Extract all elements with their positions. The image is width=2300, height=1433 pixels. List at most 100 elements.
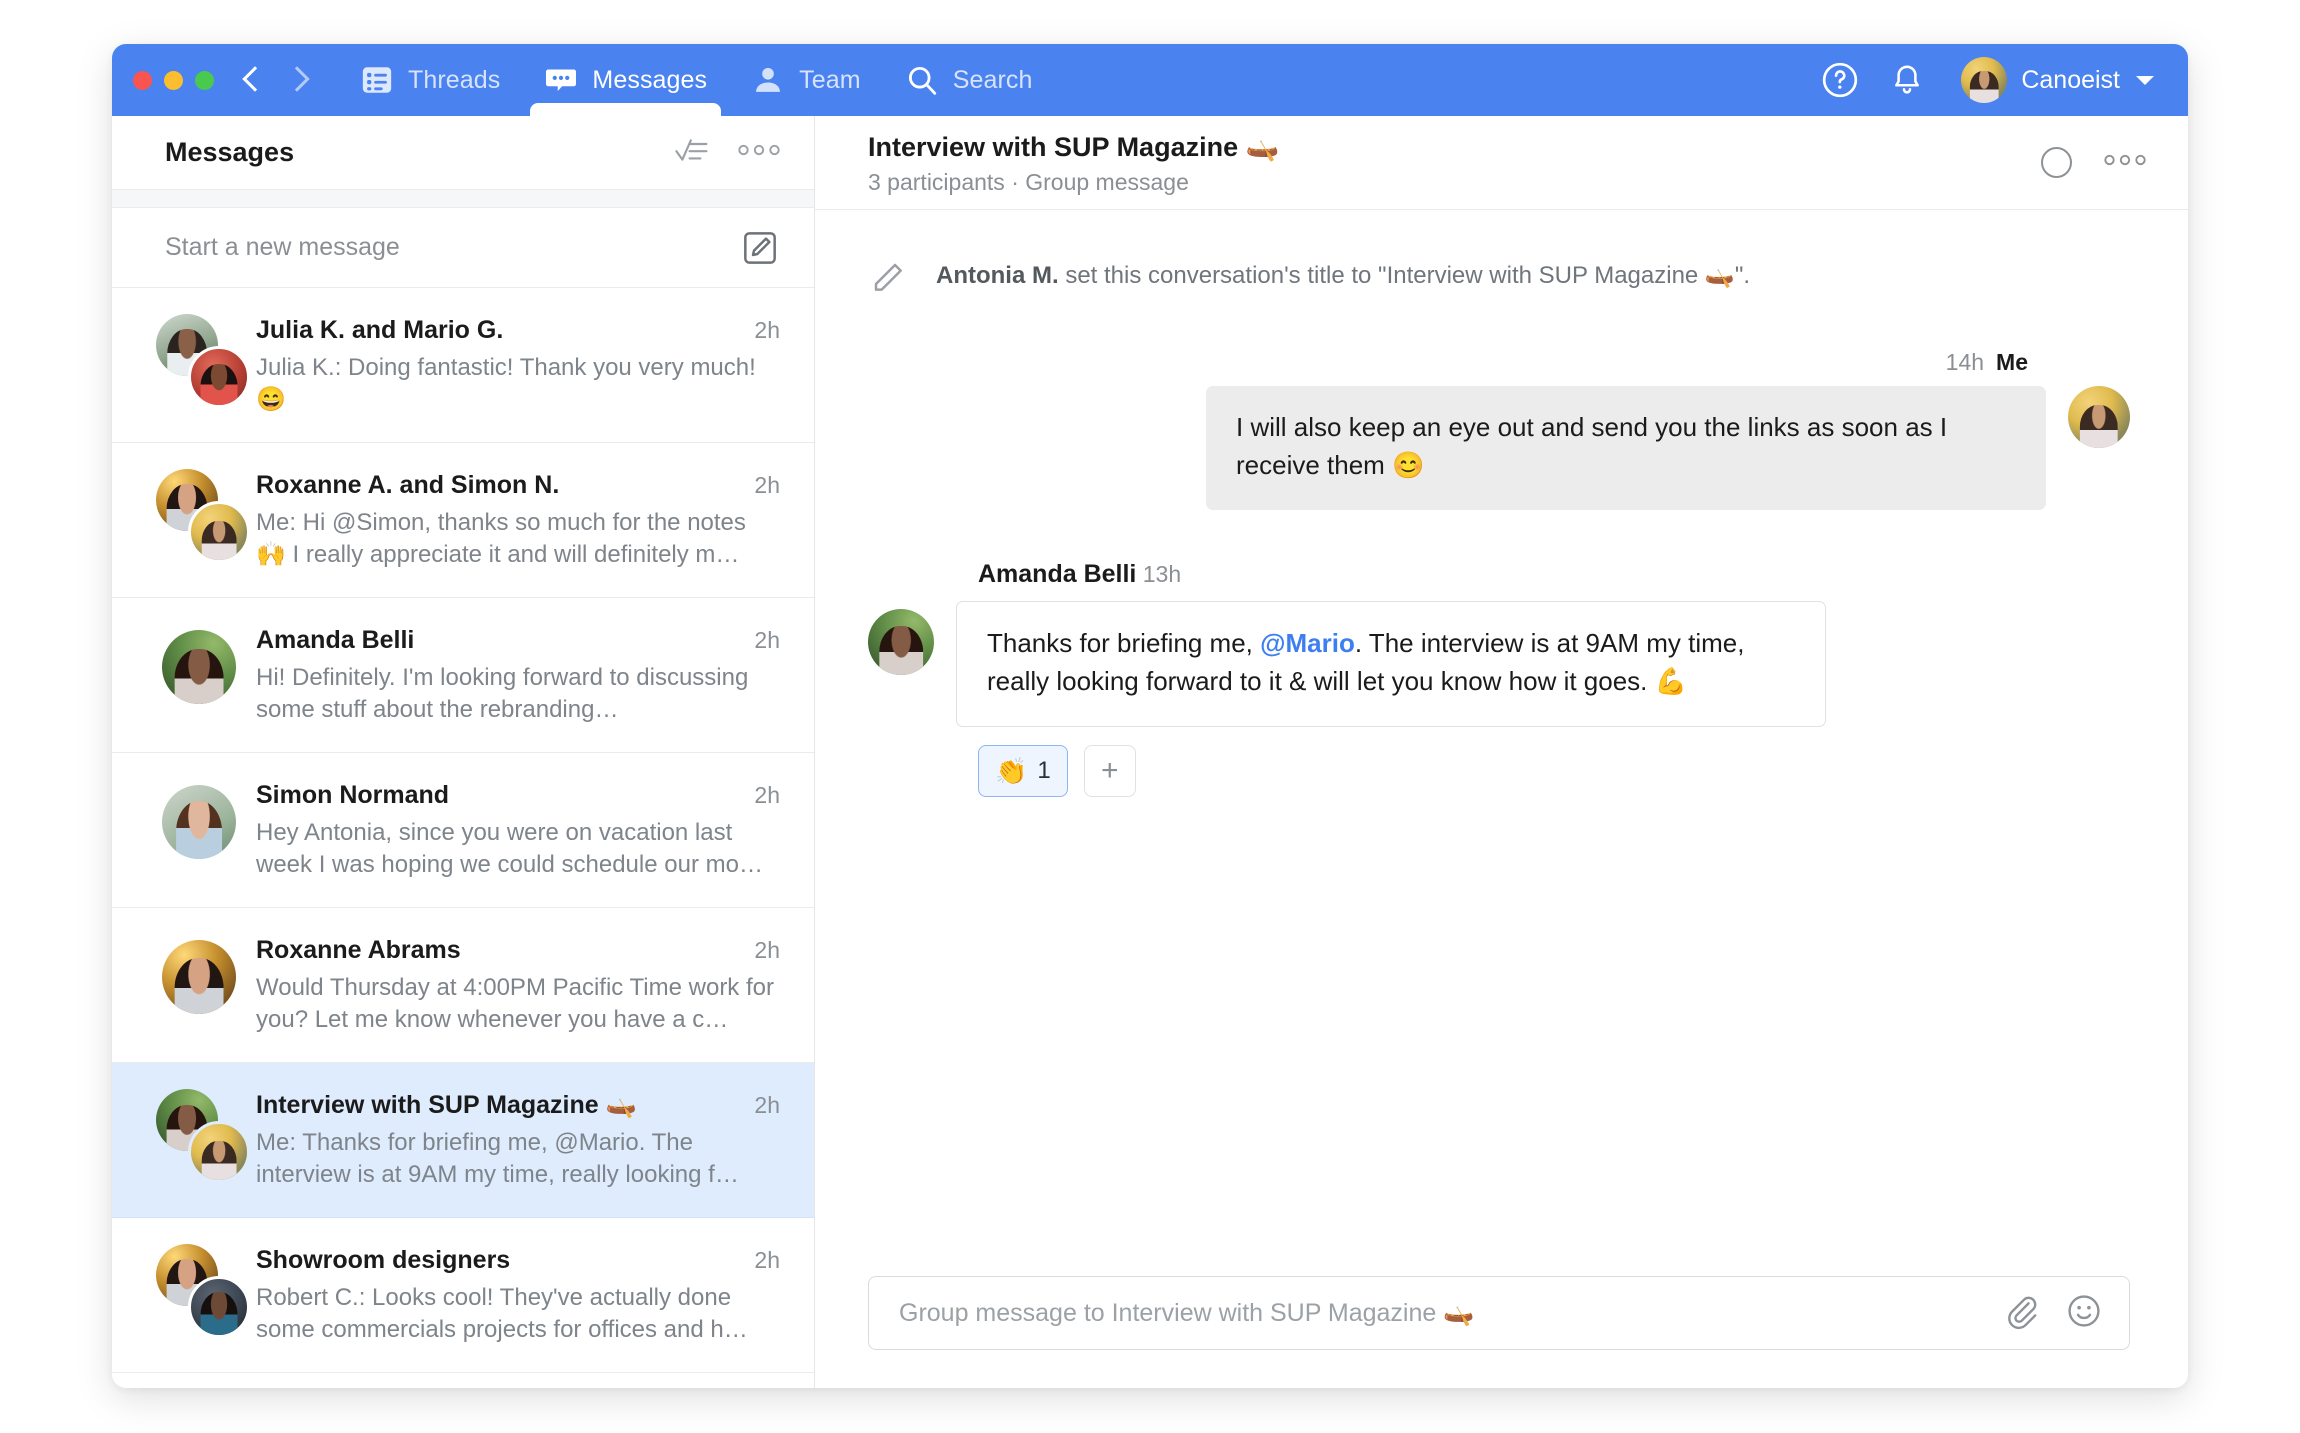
avatar-group	[152, 624, 256, 716]
reaction-count: 1	[1037, 757, 1051, 784]
conversation-title: Interview with SUP Magazine 🛶	[868, 131, 1280, 162]
list-item[interactable]: Julia K. and Mario G. 2h Julia K.: Doing…	[112, 288, 814, 443]
message-text-before-mention: Thanks for briefing me,	[987, 628, 1261, 658]
app-body: Messages Start a new message Julia K. an…	[112, 116, 2188, 1388]
avatar	[1961, 57, 2008, 103]
list-item-snippet: Hi! Definitely. I'm looking forward to d…	[256, 664, 749, 723]
system-message-text: Antonia M. set this conversation's title…	[936, 258, 1750, 292]
list-item-title: Roxanne Abrams	[256, 936, 461, 964]
list-item-body: Amanda Belli 2h Hi! Definitely. I'm look…	[256, 624, 780, 726]
tab-threads[interactable]: Threads	[338, 44, 522, 116]
composer-area: Group message to Interview with SUP Maga…	[815, 1276, 2188, 1388]
message-incoming: Amanda Belli 13h Thanks for briefing me,…	[868, 560, 2130, 797]
system-message-actor: Antonia M.	[936, 262, 1059, 289]
user-name: Canoeist	[2021, 65, 2120, 94]
list-item[interactable]: Amanda Belli 2h Hi! Definitely. I'm look…	[112, 598, 814, 753]
avatar-group	[152, 314, 256, 408]
forward-arrow-icon[interactable]	[286, 63, 308, 97]
conversation-header-actions	[2041, 147, 2146, 178]
list-item-title: Julia K. and Mario G.	[256, 316, 504, 344]
list-item-title: Amanda Belli	[256, 626, 415, 654]
list-item-time: 2h	[754, 317, 780, 343]
bell-icon[interactable]	[1889, 62, 1925, 98]
compose-pencil-icon[interactable]	[740, 228, 780, 268]
list-item[interactable]: Simon Normand 2h Hey Antonia, since you …	[112, 753, 814, 908]
app-window: Threads Messages Team Search Canoeist Me…	[112, 44, 2188, 1388]
list-item-time: 2h	[754, 1092, 780, 1118]
sidebar-header: Messages	[112, 116, 814, 190]
list-item-time: 2h	[754, 627, 780, 653]
unread-circle-icon[interactable]	[2041, 147, 2072, 178]
list-item-snippet: Me: Thanks for briefing me, @Mario. The …	[256, 1129, 739, 1188]
tab-team[interactable]: Team	[729, 44, 883, 116]
checklist-icon[interactable]	[674, 135, 710, 170]
sidebar-header-actions	[674, 135, 780, 170]
message-time: 14h	[1945, 349, 1985, 375]
message-input[interactable]: Group message to Interview with SUP Maga…	[868, 1276, 2130, 1350]
mention-link[interactable]: @Mario	[1260, 628, 1355, 658]
chevron-down-icon	[2136, 75, 2154, 85]
system-message-body: set this conversation's title to "Interv…	[1058, 262, 1751, 289]
window-controls	[112, 70, 242, 90]
list-item-snippet: Hey Antonia, since you were on vacation …	[256, 819, 763, 878]
list-item-title: Simon Normand	[256, 781, 450, 809]
question-circle-icon[interactable]	[1821, 61, 1859, 99]
list-item-snippet: Julia K.: Doing fantastic! Thank you ver…	[256, 354, 756, 413]
close-window-button[interactable]	[133, 70, 152, 90]
reaction-clap[interactable]: 👏 1	[978, 745, 1068, 797]
list-item-snippet: Me: Hi @Simon, thanks so much for the no…	[256, 509, 746, 568]
add-reaction-button[interactable]: +	[1083, 745, 1136, 797]
list-item-interview-with-sup-magazine[interactable]: Interview with SUP Magazine 🛶 2h Me: Tha…	[112, 1063, 814, 1218]
avatar-group	[152, 469, 256, 563]
list-item-title: Showroom designers	[256, 1246, 511, 1274]
reaction-bar: 👏 1 +	[978, 745, 2130, 797]
top-bar-right: Canoeist	[1821, 57, 2188, 103]
list-item[interactable]: Showroom designers 2h Robert C.: Looks c…	[112, 1218, 814, 1373]
message-author: Me	[1996, 349, 2028, 375]
back-arrow-icon[interactable]	[242, 63, 264, 97]
more-horizontal-icon[interactable]	[738, 143, 780, 162]
tab-messages[interactable]: Messages	[522, 44, 729, 116]
page-title: Messages	[165, 137, 295, 167]
user-menu[interactable]: Canoeist	[1961, 57, 2154, 103]
list-item[interactable]: Roxanne A. and Simon N. 2h Me: Hi @Simon…	[112, 443, 814, 598]
conversation-list[interactable]: Julia K. and Mario G. 2h Julia K.: Doing…	[112, 288, 814, 1388]
tab-search[interactable]: Search	[883, 44, 1055, 116]
avatar	[188, 501, 250, 563]
list-item-title: Roxanne A. and Simon N.	[256, 471, 560, 499]
message-meta: Amanda Belli 13h	[868, 560, 2130, 589]
list-item[interactable]: Roxanne Abrams 2h Would Thursday at 4:00…	[112, 908, 814, 1063]
list-item-body: Simon Normand 2h Hey Antonia, since you …	[256, 779, 780, 881]
minimize-window-button[interactable]	[164, 70, 183, 90]
list-item-snippet: Robert C.: Looks cool! They've actually …	[256, 1284, 748, 1343]
person-icon	[751, 63, 785, 97]
avatar-group	[152, 779, 256, 871]
nav-arrows	[242, 63, 338, 97]
start-new-message-row[interactable]: Start a new message	[112, 208, 814, 288]
message-meta: 14h Me	[868, 349, 2130, 376]
sidebar: Messages Start a new message Julia K. an…	[112, 116, 815, 1388]
tab-label: Messages	[592, 65, 708, 94]
avatar	[188, 346, 250, 408]
sidebar-divider-strip	[112, 190, 814, 208]
start-new-message-placeholder: Start a new message	[165, 233, 400, 261]
zoom-window-button[interactable]	[195, 70, 214, 90]
message-input-placeholder: Group message to Interview with SUP Maga…	[899, 1298, 1475, 1327]
message-bubble: Thanks for briefing me, @Mario. The inte…	[956, 601, 1826, 727]
conversation-subtitle: 3 participants · Group message	[868, 168, 1189, 195]
more-horizontal-icon[interactable]	[2104, 153, 2146, 172]
list-item-time: 2h	[754, 1247, 780, 1273]
list-item-body: Showroom designers 2h Robert C.: Looks c…	[256, 1244, 780, 1346]
message-bubble: I will also keep an eye out and send you…	[1206, 386, 2046, 510]
composer-actions	[2001, 1292, 2103, 1335]
message-time: 13h	[1142, 561, 1182, 587]
tab-label: Team	[799, 65, 861, 94]
list-item-time: 2h	[754, 472, 780, 498]
smiley-icon[interactable]	[2065, 1292, 2103, 1335]
message-outgoing: 14h Me I will also keep an eye out and s…	[868, 349, 2130, 510]
avatar	[868, 609, 934, 675]
tab-label: Threads	[408, 65, 501, 94]
paperclip-icon[interactable]	[2001, 1292, 2039, 1335]
main-panel: Interview with SUP Magazine 🛶 3 particip…	[815, 116, 2188, 1388]
search-icon	[905, 63, 939, 97]
